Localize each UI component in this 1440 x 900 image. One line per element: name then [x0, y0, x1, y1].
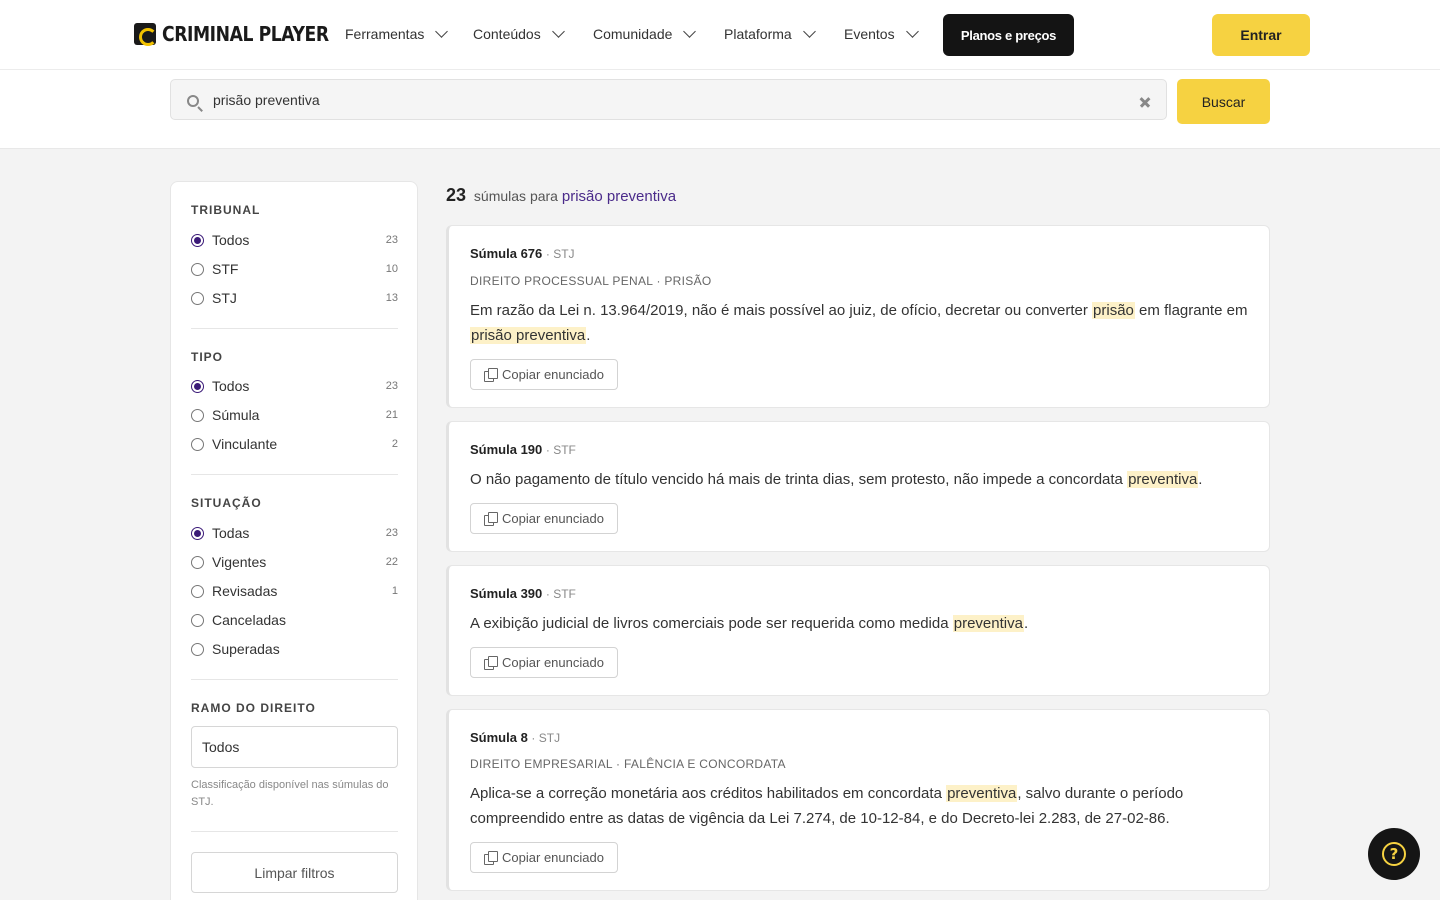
help-button[interactable]: ? — [1368, 828, 1420, 880]
chevron-down-icon — [683, 25, 697, 38]
filter-title: SITUAÇÃO — [191, 496, 262, 510]
results-summary: 23 súmulas para prisão preventiva — [446, 185, 676, 206]
divider — [191, 831, 398, 832]
chevron-down-icon — [905, 25, 919, 38]
card-category: DIREITO PROCESSUAL PENAL · PRISÃO — [470, 274, 712, 288]
card-title[interactable]: Súmula 8 · STJ — [470, 730, 560, 745]
filter-group-situacao: SITUAÇÃO Todas 23 Vigentes 22 Revisadas 1 C… — [191, 496, 398, 657]
radio-selected[interactable] — [191, 233, 204, 247]
card-title[interactable]: Súmula 190 · STF — [470, 442, 576, 457]
highlight: prisão — [1092, 302, 1135, 319]
filter-option[interactable]: STJ 13 — [191, 288, 398, 308]
copy-button[interactable]: Copiar enunciado — [470, 359, 618, 390]
chevron-down-icon — [802, 25, 816, 38]
chevron-down-icon — [435, 25, 449, 38]
highlight: preventiva — [952, 615, 1024, 632]
logo-icon — [134, 23, 157, 46]
filter-group-tipo: TIPO Todos 23 Súmula 21 Vinculante 2 — [191, 350, 398, 452]
radio[interactable] — [191, 437, 204, 451]
nav-ferramentas[interactable]: Ferramentas — [345, 22, 473, 46]
radio[interactable] — [191, 555, 204, 569]
filter-title: RAMO DO DIREITO — [191, 701, 316, 715]
filter-option[interactable]: Canceladas — [191, 610, 398, 630]
sumula-card: Súmula 8 · STJ DIREITO EMPRESARIAL · FAL… — [446, 709, 1270, 891]
card-category: DIREITO EMPRESARIAL · FALÊNCIA E CONCORD… — [470, 757, 786, 771]
search-icon — [187, 95, 199, 107]
copy-icon — [484, 512, 499, 526]
nav-plataforma[interactable]: Plataforma — [724, 22, 844, 46]
copy-button[interactable]: Copiar enunciado — [470, 503, 618, 534]
nav-eventos[interactable]: Eventos — [844, 22, 944, 46]
filter-option[interactable]: Todos 23 — [191, 230, 398, 250]
search-button[interactable]: Buscar — [1177, 79, 1270, 124]
clear-filters-button[interactable]: Limpar filtros — [191, 852, 398, 893]
card-title[interactable]: Súmula 390 · STF — [470, 586, 576, 601]
ramo-hint: Classificação disponível nas súmulas do … — [191, 779, 389, 808]
divider — [191, 679, 398, 680]
filter-option[interactable]: Súmula 21 — [191, 405, 398, 425]
nav-comunidade[interactable]: Comunidade — [593, 22, 724, 46]
card-title[interactable]: Súmula 676 · STJ — [470, 246, 575, 261]
filter-option[interactable]: Superadas — [191, 639, 398, 659]
radio[interactable] — [191, 613, 204, 627]
radio[interactable] — [191, 408, 204, 422]
copy-button[interactable]: Copiar enunciado — [470, 647, 618, 678]
radio-selected[interactable] — [191, 526, 204, 540]
clear-icon[interactable] — [1139, 96, 1151, 108]
logo-text: CRIMINAL PLAYER — [162, 22, 329, 46]
filter-group-ramo: RAMO DO DIREITO — [191, 701, 398, 715]
highlight: prisão preventiva — [470, 327, 587, 344]
main-nav: Ferramentas Conteúdos Comunidade Platafo… — [345, 22, 944, 46]
search-box — [170, 79, 1167, 120]
filter-option[interactable]: STF 10 — [191, 259, 398, 279]
plans-button[interactable]: Planos e preços — [943, 14, 1074, 56]
nav-conteudos[interactable]: Conteúdos — [473, 22, 593, 46]
card-text: Aplica-se a correção monetária aos crédi… — [470, 785, 1184, 827]
search-input[interactable] — [213, 80, 1113, 119]
filter-option[interactable]: Todos 23 — [191, 376, 398, 396]
filter-option[interactable]: Todas 23 — [191, 523, 398, 543]
chevron-down-icon — [551, 25, 565, 38]
results-query: prisão preventiva — [561, 188, 677, 205]
highlight: preventiva — [1127, 471, 1199, 488]
filter-title: TRIBUNAL — [191, 203, 261, 217]
filter-option[interactable]: Revisadas 1 — [191, 581, 398, 601]
filter-option[interactable]: Vigentes 22 — [191, 552, 398, 572]
sumula-card: Súmula 190 · STF O não pagamento de títu… — [446, 421, 1270, 552]
copy-icon — [484, 851, 499, 865]
filters-sidebar: TRIBUNAL Todos 23 STF 10 STJ 13 TIPO Todos 2… — [170, 181, 418, 900]
radio[interactable] — [191, 584, 204, 598]
radio[interactable] — [191, 291, 204, 305]
search-bar: Buscar — [0, 70, 1440, 149]
filter-option[interactable]: Vinculante 2 — [191, 434, 398, 454]
login-button[interactable]: Entrar — [1212, 14, 1310, 56]
top-navbar: CRIMINAL PLAYER Ferramentas Conteúdos Co… — [0, 0, 1440, 70]
card-text: Em razão da Lei n. 13.964/2019, não é ma… — [470, 302, 1248, 344]
results-count: 23 — [446, 185, 467, 205]
copy-button[interactable]: Copiar enunciado — [470, 842, 618, 873]
highlight: preventiva — [946, 785, 1018, 802]
copy-icon — [484, 656, 499, 670]
card-text: A exibição judicial de livros comerciais… — [470, 615, 1029, 632]
sumula-card: Súmula 676 · STJ DIREITO PROCESSUAL PENA… — [446, 225, 1270, 408]
brand-logo[interactable]: CRIMINAL PLAYER — [134, 22, 356, 46]
divider — [191, 328, 398, 329]
card-text: O não pagamento de título vencido há mai… — [470, 471, 1203, 488]
copy-icon — [484, 368, 499, 382]
question-icon: ? — [1382, 842, 1406, 866]
filter-group-tribunal: TRIBUNAL Todos 23 STF 10 STJ 13 — [191, 203, 398, 306]
results-label: súmulas para — [473, 188, 558, 204]
radio[interactable] — [191, 642, 204, 656]
radio[interactable] — [191, 262, 204, 276]
sumula-card: Súmula 390 · STF A exibição judicial de … — [446, 565, 1270, 696]
divider — [191, 474, 398, 475]
ramo-select[interactable]: Todos — [191, 726, 398, 768]
filter-title: TIPO — [191, 350, 224, 364]
radio-selected[interactable] — [191, 379, 204, 393]
